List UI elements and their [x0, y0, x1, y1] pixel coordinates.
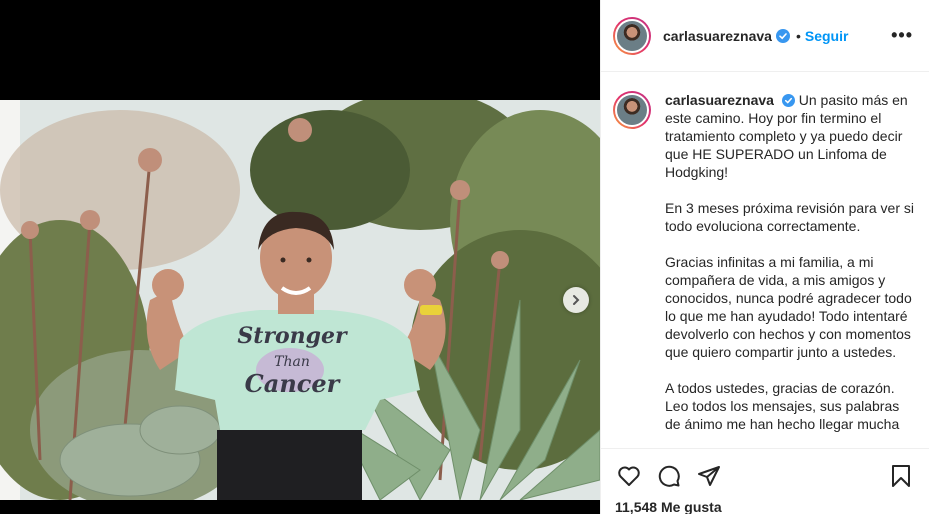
like-button[interactable]: [615, 462, 643, 490]
caption-username[interactable]: carlasuareznava: [665, 92, 774, 108]
follow-button[interactable]: Seguir: [805, 28, 849, 44]
verified-badge-icon: [775, 28, 790, 43]
post-media: Stronger Than Cancer: [0, 0, 600, 514]
next-photo-button[interactable]: [563, 287, 589, 313]
comment-button[interactable]: [655, 462, 683, 490]
chevron-right-icon: [573, 295, 580, 305]
more-options-icon[interactable]: •••: [887, 25, 917, 46]
caption-paragraph: A todos ustedes, gracias de corazón. Leo…: [665, 380, 900, 432]
shirt-text-line1: Stronger: [237, 323, 348, 349]
header-username[interactable]: carlasuareznava: [663, 28, 772, 44]
comment-icon: [658, 465, 680, 487]
verified-badge-icon: [781, 94, 795, 107]
caption-area: carlasuareznava Un pasito más en este ca…: [601, 73, 929, 448]
share-icon: [698, 466, 720, 486]
post-photo[interactable]: Stronger Than Cancer: [0, 100, 600, 500]
caption-avatar[interactable]: [613, 91, 651, 129]
photo-illustration: Stronger Than Cancer: [0, 100, 600, 500]
share-button[interactable]: [695, 462, 723, 490]
header-separator: •: [795, 27, 801, 44]
likes-count[interactable]: 11,548 Me gusta: [615, 499, 915, 514]
save-button[interactable]: [887, 462, 915, 490]
caption-paragraph: En 3 meses próxima revisión para ver si …: [665, 200, 914, 234]
post-header: carlasuareznava • Seguir •••: [601, 0, 929, 72]
caption-paragraph: Gracias infinitas a mi familia, a mi com…: [665, 254, 912, 360]
heart-icon: [618, 466, 640, 486]
shirt-text-line3: Cancer: [245, 369, 342, 398]
post-actions: 11,548 Me gusta: [601, 448, 929, 514]
caption-text: carlasuareznava Un pasito más en este ca…: [665, 91, 915, 448]
shirt-text-line2: Than: [274, 354, 310, 370]
avatar[interactable]: [613, 16, 651, 55]
bookmark-icon: [892, 465, 910, 487]
post-side-panel: carlasuareznava • Seguir ••• carlasuarez…: [600, 0, 929, 514]
